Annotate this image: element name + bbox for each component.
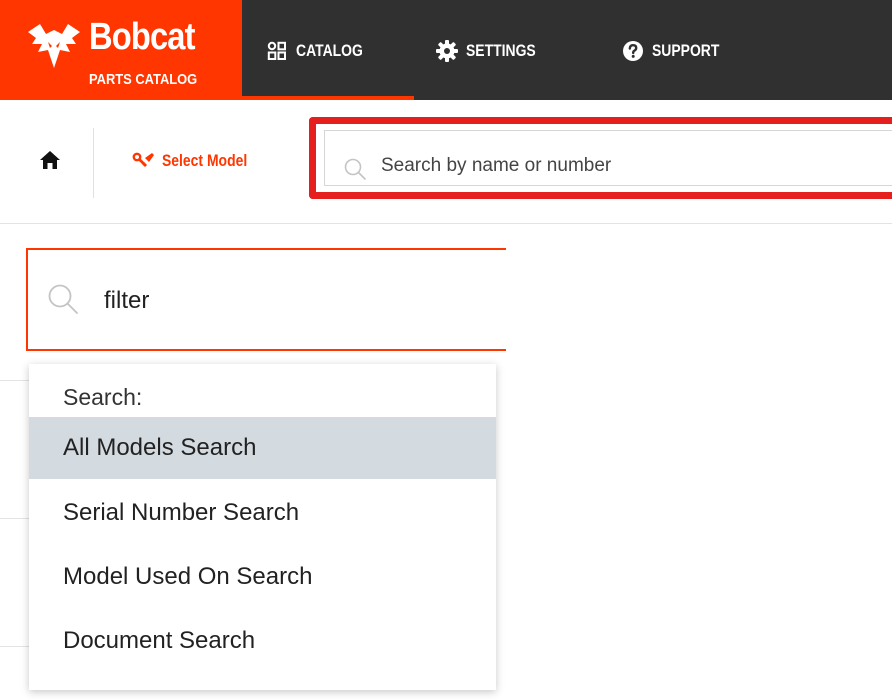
help-circle-icon	[622, 40, 644, 62]
top-nav-bar: Bobcat PARTS CATALOG CATALOG SETTINGS SU…	[0, 0, 892, 100]
search-type-dropdown: Search: All Models Search Serial Number …	[29, 364, 496, 690]
filter-search-input[interactable]	[104, 284, 484, 318]
bobcat-logo-icon	[28, 24, 80, 68]
nav-catalog-label: CATALOG	[296, 41, 363, 60]
dropdown-option-all-models[interactable]: All Models Search	[29, 417, 496, 479]
select-model-label: Select Model	[162, 151, 248, 170]
dropdown-header: Search:	[63, 384, 143, 410]
global-search-highlight	[309, 117, 892, 199]
nav-support[interactable]: SUPPORT	[622, 38, 734, 64]
gear-icon	[436, 40, 458, 62]
brand-name: Bobcat	[89, 16, 195, 58]
dropdown-option-serial-number[interactable]: Serial Number Search	[29, 482, 496, 544]
grid-icon	[266, 40, 288, 62]
nav-support-label: SUPPORT	[652, 41, 720, 60]
nav-catalog[interactable]: CATALOG	[266, 38, 378, 64]
toolbar-divider	[93, 128, 94, 198]
global-search-input[interactable]	[381, 151, 861, 181]
nav-settings[interactable]: SETTINGS	[436, 38, 551, 64]
home-icon	[40, 151, 60, 169]
search-icon	[48, 284, 78, 314]
separator-line	[0, 518, 30, 519]
separator-line	[0, 646, 30, 647]
separator-line	[0, 380, 30, 381]
home-button[interactable]	[36, 146, 64, 174]
brand-logo[interactable]: Bobcat PARTS CATALOG	[0, 0, 242, 100]
wrench-icon	[132, 152, 154, 167]
global-search-box	[324, 130, 892, 186]
search-icon	[344, 158, 366, 180]
select-model-button[interactable]: Select Model	[132, 147, 266, 175]
dropdown-option-document[interactable]: Document Search	[29, 610, 496, 672]
brand-subtitle: PARTS CATALOG	[89, 71, 198, 88]
filter-search-box	[26, 248, 506, 351]
nav-settings-label: SETTINGS	[466, 41, 536, 60]
dropdown-option-model-used-on[interactable]: Model Used On Search	[29, 546, 496, 608]
